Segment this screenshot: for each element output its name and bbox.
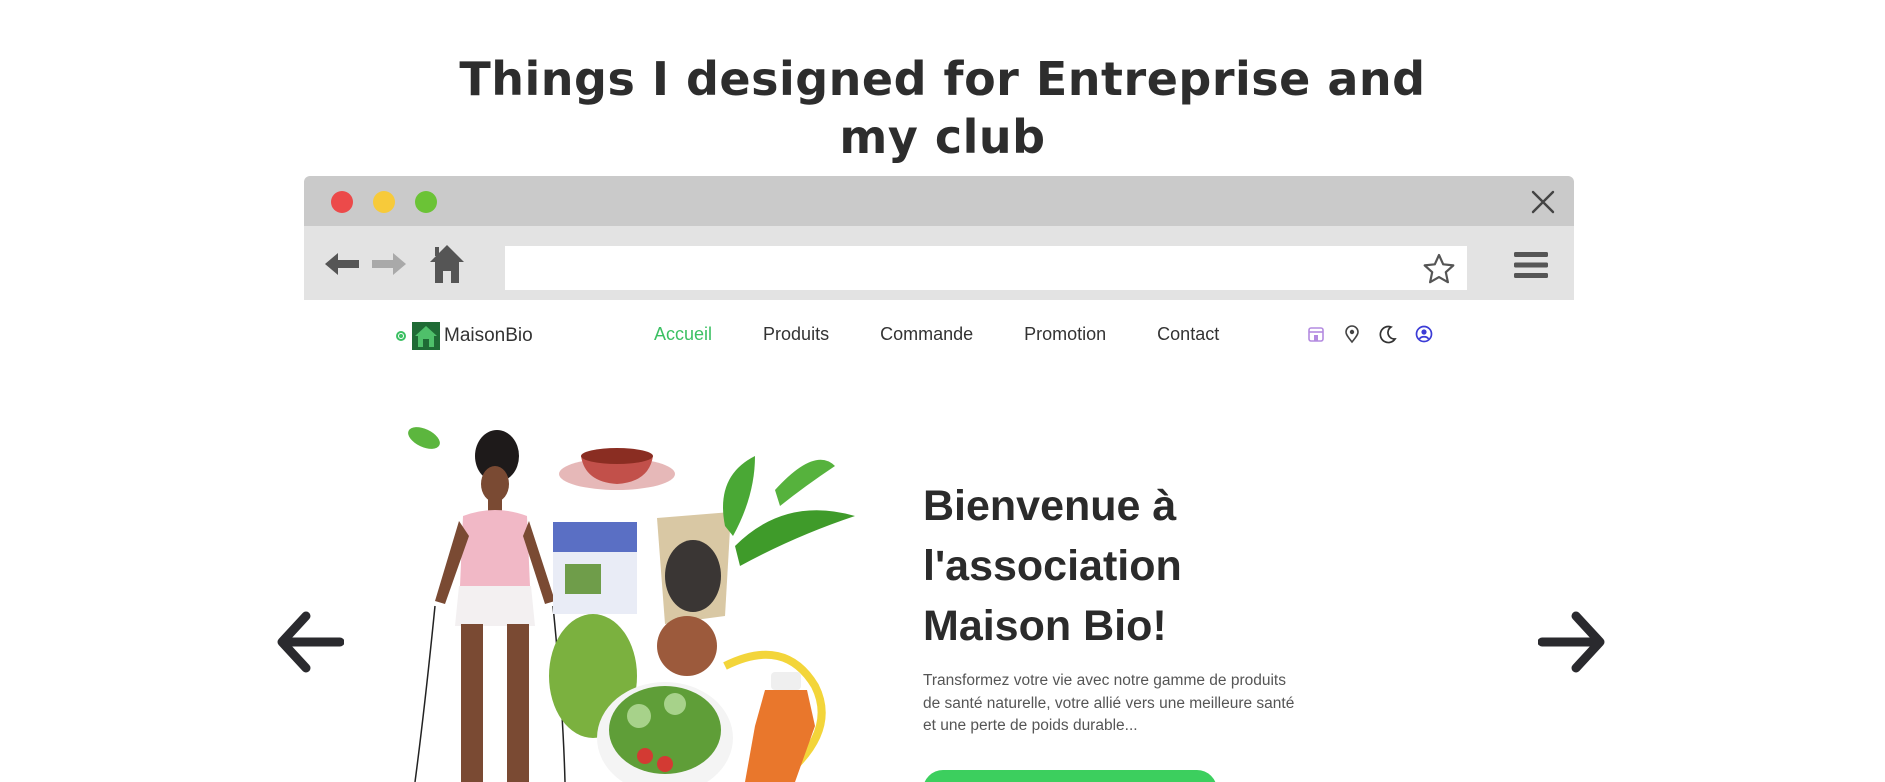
browser-mockup: MaisonBio Accueil Produits Commande Prom… (304, 176, 1574, 782)
moon-icon[interactable] (1378, 324, 1398, 344)
hero-text-block: Bienvenue à l'association Maison Bio! Tr… (923, 476, 1343, 738)
minimize-dot[interactable] (373, 191, 395, 213)
maximize-dot[interactable] (415, 191, 437, 213)
nav-accueil[interactable]: Accueil (654, 324, 712, 345)
location-pin-icon[interactable] (1342, 324, 1362, 344)
home-icon[interactable] (429, 244, 465, 284)
close-icon[interactable] (1530, 189, 1556, 215)
hero-cta-button[interactable] (923, 770, 1217, 782)
main-menu: Accueil Produits Commande Promotion Cont… (654, 324, 1270, 345)
section-heading: Things I designed for Entreprise and my … (0, 50, 1885, 166)
hero-title-line-3: Maison Bio! (923, 602, 1167, 650)
hero-description: Transformez votre vie avec notre gamme d… (923, 672, 1295, 734)
nav-promotion[interactable]: Promotion (1024, 324, 1106, 345)
store-icon[interactable] (1306, 324, 1326, 344)
site-logo[interactable]: MaisonBio (396, 322, 533, 350)
nav-icon-group (1306, 324, 1450, 344)
hero-title: Bienvenue à l'association Maison Bio! (923, 476, 1343, 656)
heading-line-1: Things I designed for Entreprise and (459, 52, 1426, 106)
house-logo-icon (412, 322, 440, 350)
status-dot (396, 331, 406, 341)
address-bar[interactable] (505, 246, 1467, 290)
hero-title-line-2: l'association (923, 542, 1182, 590)
hero-title-line-1: Bienvenue à (923, 482, 1177, 530)
nav-commande[interactable]: Commande (880, 324, 973, 345)
logo-text: MaisonBio (444, 325, 533, 346)
hamburger-menu-icon[interactable] (1513, 251, 1549, 279)
back-arrow-icon[interactable] (324, 251, 360, 277)
forward-arrow-icon[interactable] (371, 251, 407, 277)
carousel-next-arrow-icon[interactable] (1538, 608, 1606, 676)
close-dot[interactable] (331, 191, 353, 213)
browser-toolbar (304, 226, 1574, 300)
heading-line-2: my club (839, 110, 1046, 164)
nav-produits[interactable]: Produits (763, 324, 829, 345)
browser-titlebar (304, 176, 1574, 226)
site-navbar: MaisonBio Accueil Produits Commande Prom… (304, 300, 1574, 370)
carousel-prev-arrow-icon[interactable] (276, 608, 344, 676)
nav-contact[interactable]: Contact (1157, 324, 1219, 345)
bookmark-star-icon[interactable] (1423, 253, 1455, 285)
hero-collage-image (408, 427, 855, 782)
user-icon[interactable] (1414, 324, 1434, 344)
